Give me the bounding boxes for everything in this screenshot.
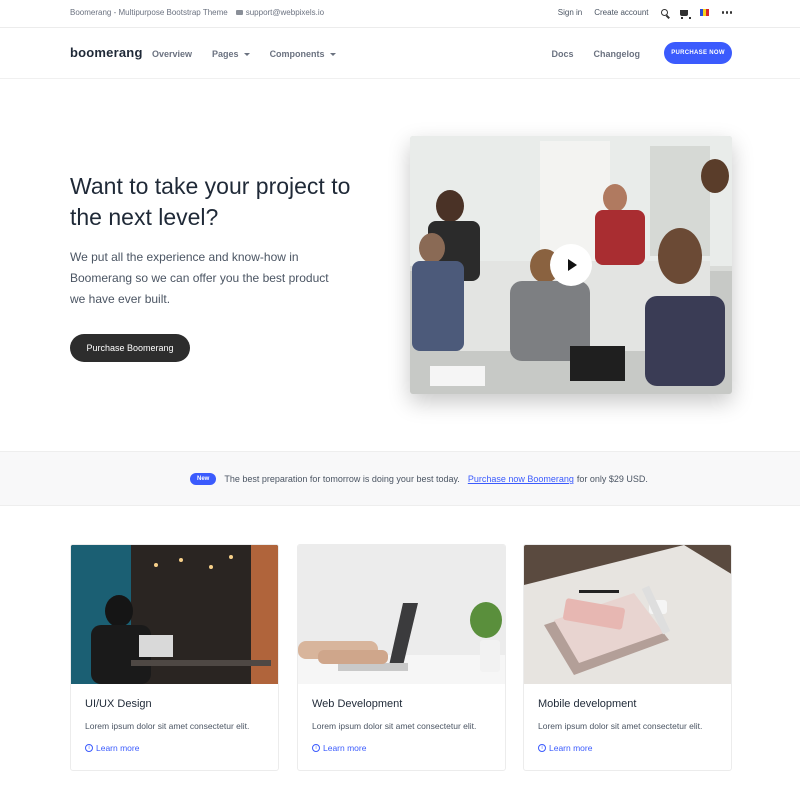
main-navbar: boomerang Overview Pages Components Docs… <box>0 28 800 79</box>
top-bar-right: Sign in Create account <box>558 8 732 19</box>
nav-item-docs[interactable]: Docs <box>551 49 573 59</box>
nav-item-label: Pages <box>212 49 239 59</box>
theme-tagline: Boomerang - Multipurpose Bootstrap Theme <box>70 8 228 17</box>
nav-item-overview[interactable]: Overview <box>152 49 192 59</box>
card-image <box>298 545 505 684</box>
chevron-down-icon <box>243 52 250 56</box>
card-title: UI/UX Design <box>85 698 152 710</box>
card-text: Lorem ipsum dolor sit amet consectetur e… <box>85 721 250 731</box>
search-icon[interactable] <box>660 9 668 16</box>
mail-icon <box>235 10 243 15</box>
nav-item-changelog[interactable]: Changelog <box>594 49 641 59</box>
play-button[interactable] <box>550 244 592 286</box>
top-bar-left: Boomerang - Multipurpose Bootstrap Theme… <box>70 8 324 17</box>
announcement-suffix: for only $29 USD. <box>576 474 648 484</box>
learn-more-label: Learn more <box>323 743 367 753</box>
purchase-now-button[interactable]: PURCHASE NOW <box>664 42 732 64</box>
new-badge: New <box>190 473 217 485</box>
create-account-link[interactable]: Create account <box>594 8 648 17</box>
nav-item-components[interactable]: Components <box>270 49 336 59</box>
play-icon <box>568 259 577 271</box>
card-text: Lorem ipsum dolor sit amet consectetur e… <box>538 721 703 731</box>
card-text: Lorem ipsum dolor sit amet consectetur e… <box>312 721 477 731</box>
announcement-content: New The best preparation for tomorrow is… <box>190 473 648 485</box>
learn-more-link[interactable]: i Learn more <box>85 743 139 753</box>
learn-more-label: Learn more <box>549 743 593 753</box>
card-title: Web Development <box>312 698 403 710</box>
more-icon[interactable] <box>721 11 732 14</box>
nav-links: Overview Pages Components <box>152 49 336 59</box>
card-title: Mobile development <box>538 698 637 710</box>
info-icon: i <box>312 744 320 752</box>
announcement-cta: Purchase now Boomerang for only $29 USD. <box>468 474 648 484</box>
feature-card-webdev: Web Development Lorem ipsum dolor sit am… <box>297 544 506 771</box>
hero-title: Want to take your project to the next le… <box>70 173 351 230</box>
nav-right: Docs Changelog <box>551 49 640 59</box>
brand-logo[interactable]: boomerang <box>70 45 143 60</box>
hero-description: We put all the experience and know-how i… <box>70 250 329 306</box>
purchase-boomerang-button[interactable]: Purchase Boomerang <box>70 334 190 362</box>
support-email: support@webpixels.io <box>245 8 325 17</box>
learn-more-label: Learn more <box>96 743 140 753</box>
announcement-text: The best preparation for tomorrow is doi… <box>224 474 460 484</box>
top-bar: Boomerang - Multipurpose Bootstrap Theme… <box>0 0 800 28</box>
nav-item-label: Overview <box>152 49 193 59</box>
announcement-bar: New The best preparation for tomorrow is… <box>0 451 800 506</box>
feature-card-mobile: Mobile development Lorem ipsum dolor sit… <box>523 544 732 771</box>
flag-icon[interactable] <box>699 9 710 16</box>
chevron-down-icon <box>329 52 336 56</box>
feature-card-uiux: UI/UX Design Lorem ipsum dolor sit amet … <box>70 544 279 771</box>
learn-more-link[interactable]: i Learn more <box>312 743 366 753</box>
nav-item-pages[interactable]: Pages <box>212 49 250 59</box>
learn-more-link[interactable]: i Learn more <box>538 743 592 753</box>
support-email-link[interactable]: support@webpixels.io <box>235 8 325 17</box>
card-image <box>524 545 731 684</box>
hero-video[interactable] <box>410 136 732 394</box>
info-icon: i <box>538 744 546 752</box>
card-image <box>71 545 278 684</box>
info-icon: i <box>85 744 93 752</box>
nav-item-label: Components <box>269 49 325 59</box>
cart-icon[interactable] <box>679 9 691 19</box>
purchase-now-link[interactable]: Purchase now Boomerang <box>468 474 574 484</box>
sign-in-link[interactable]: Sign in <box>558 8 582 17</box>
